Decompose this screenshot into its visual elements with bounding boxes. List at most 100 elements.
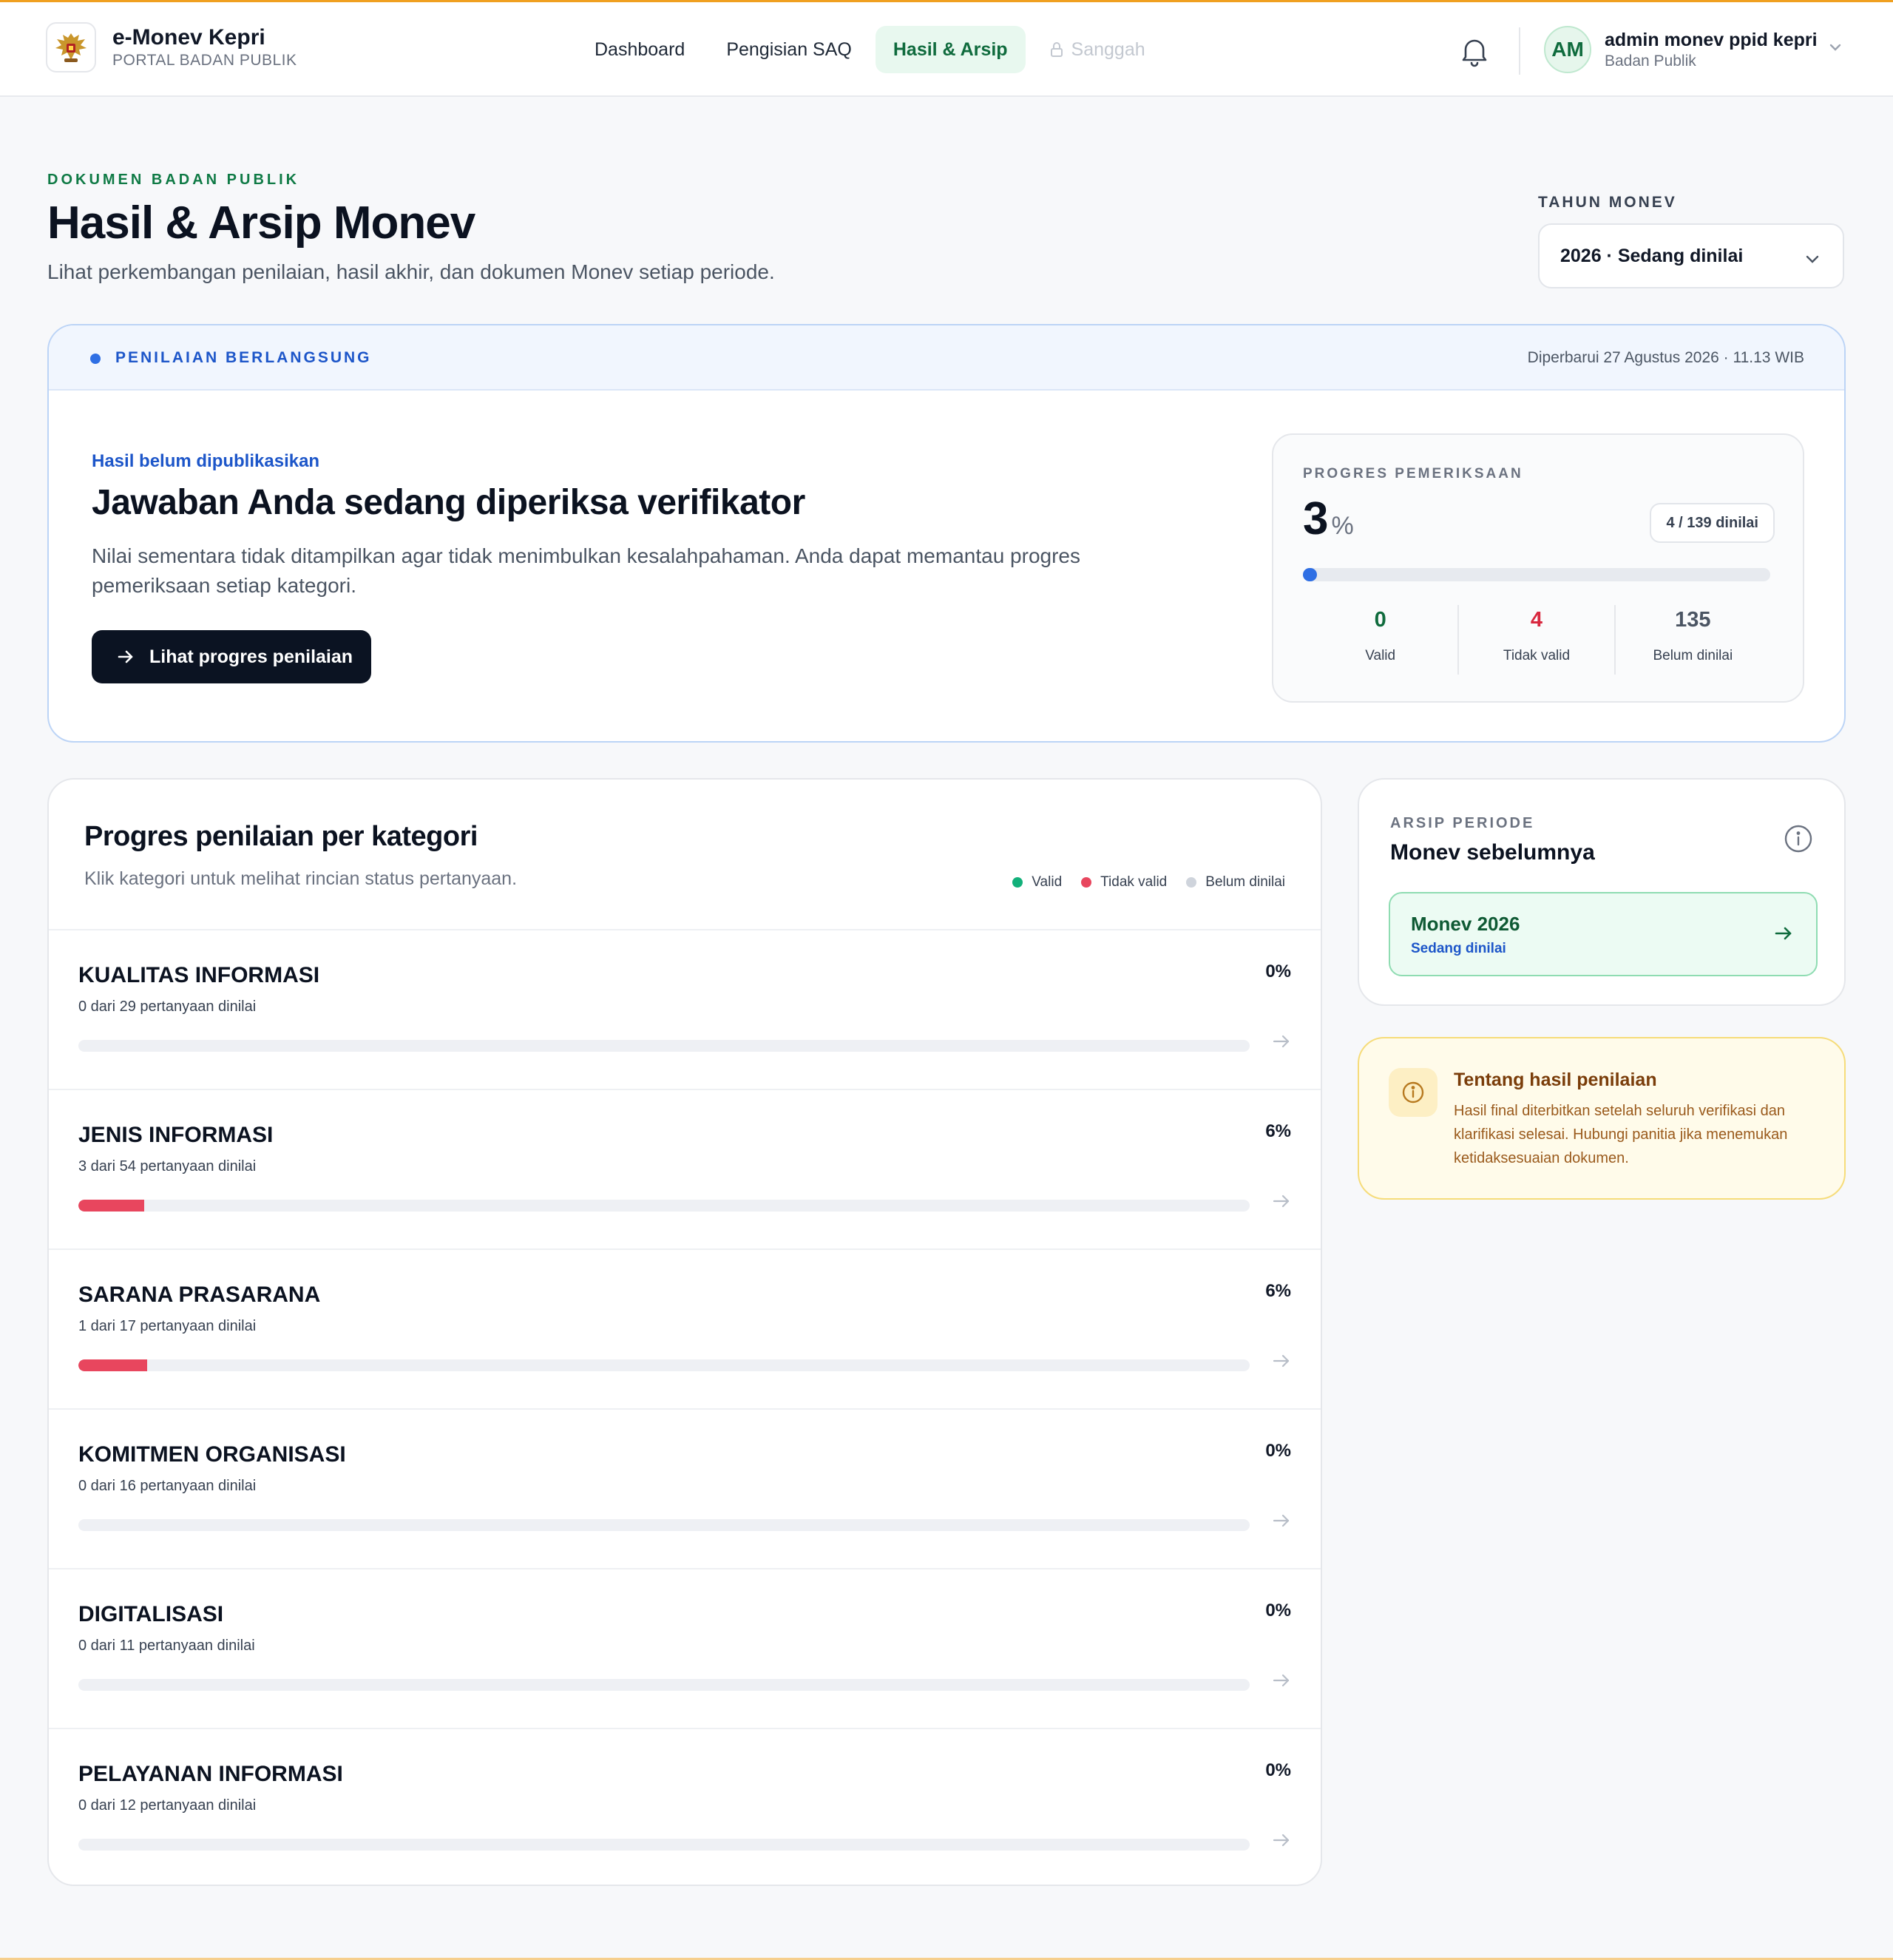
arrow-right-icon bbox=[117, 649, 135, 665]
category-row[interactable]: SARANA PRASARANA 1 dari 17 pertanyaan di… bbox=[49, 1248, 1321, 1408]
archive-card: ARSIP PERIODE Monev sebelumnya Monev 202… bbox=[1358, 778, 1846, 1006]
legend-valid-dot bbox=[1012, 877, 1023, 888]
category-row[interactable]: DIGITALISASI 0 dari 11 pertanyaan dinila… bbox=[49, 1568, 1321, 1728]
category-count: 0 dari 12 pertanyaan dinilai bbox=[78, 1797, 257, 1814]
arrow-right-icon bbox=[1272, 1512, 1291, 1533]
user-name: admin monev ppid kepri bbox=[1605, 30, 1818, 50]
user-role: Badan Publik bbox=[1605, 53, 1696, 70]
unpublished-label: Hasil belum dipublikasikan bbox=[92, 451, 320, 471]
lock-icon bbox=[1049, 41, 1064, 58]
category-count: 1 dari 17 pertanyaan dinilai bbox=[78, 1318, 257, 1334]
legend-pending: Belum dinilai bbox=[1186, 874, 1285, 891]
category-progress-track bbox=[78, 1519, 1250, 1531]
category-progress-title: Progres penilaian per kategori bbox=[84, 821, 478, 852]
category-progress-track bbox=[78, 1359, 1250, 1371]
stat-pending-number: 135 bbox=[1675, 608, 1711, 632]
category-progress-track bbox=[78, 1839, 1250, 1851]
category-percent: 6% bbox=[1265, 1281, 1291, 1301]
category-list: KUALITAS INFORMASI 0 dari 29 pertanyaan … bbox=[49, 929, 1321, 1885]
arrow-right-icon bbox=[1272, 1672, 1291, 1693]
info-icon[interactable] bbox=[1784, 824, 1813, 857]
brand-subtitle: PORTAL BADAN PUBLIK bbox=[112, 52, 297, 69]
arrow-right-icon bbox=[1272, 1033, 1291, 1054]
nav-sanggah[interactable]: Sanggah bbox=[1032, 26, 1163, 73]
user-menu[interactable]: AM admin monev ppid kepri Badan Publik bbox=[1544, 26, 1818, 73]
status-title: Jawaban Anda sedang diperiksa verifikato… bbox=[92, 483, 805, 522]
category-name: KOMITMEN ORGANISASI bbox=[78, 1442, 346, 1467]
review-progress-label: PROGRES PEMERIKSAAN bbox=[1303, 466, 1523, 481]
archive-item-monev-2026[interactable]: Monev 2026 Sedang dinilai bbox=[1389, 892, 1818, 976]
nav-dashboard[interactable]: Dashboard bbox=[577, 26, 702, 73]
nav-pengisian-saq[interactable]: Pengisian SAQ bbox=[708, 26, 870, 73]
updated-timestamp: Diperbarui 27 Agustus 2026 · 11.13 WIB bbox=[1527, 349, 1804, 366]
brand-title: e-Monev Kepri bbox=[112, 25, 265, 50]
category-count: 3 dari 54 pertanyaan dinilai bbox=[78, 1158, 257, 1175]
category-percent: 0% bbox=[1265, 962, 1291, 981]
category-progress-subtitle: Klik kategori untuk melihat rincian stat… bbox=[84, 868, 518, 889]
legend-invalid-dot bbox=[1081, 877, 1092, 888]
app-header: e-Monev Kepri PORTAL BADAN PUBLIK Dashbo… bbox=[0, 2, 1893, 97]
arrow-right-icon bbox=[1773, 923, 1794, 947]
category-progress-track bbox=[78, 1200, 1250, 1212]
status-legend: Valid Tidak valid Belum dinilai bbox=[993, 874, 1285, 891]
year-label: TAHUN MONEV bbox=[1538, 194, 1677, 211]
info-icon bbox=[1389, 1068, 1437, 1117]
reviewed-count-badge: 4 / 139 dinilai bbox=[1650, 503, 1775, 543]
bell-icon[interactable] bbox=[1460, 35, 1489, 67]
about-text: Hasil final diterbitkan setelah seluruh … bbox=[1454, 1103, 1788, 1166]
stat-pending: 135 Belum dinilai bbox=[1616, 605, 1770, 675]
brand[interactable]: e-Monev Kepri PORTAL BADAN PUBLIK bbox=[46, 22, 297, 72]
arrow-right-icon bbox=[1272, 1192, 1291, 1214]
legend-pending-dot bbox=[1186, 877, 1197, 888]
archive-title: Monev sebelumnya bbox=[1390, 840, 1595, 865]
status-card-header: PENILAIAN BERLANGSUNG Diperbarui 27 Agus… bbox=[49, 325, 1844, 391]
category-name: KUALITAS INFORMASI bbox=[78, 963, 320, 987]
legend-valid-label: Valid bbox=[1032, 874, 1063, 890]
review-progress-unit: % bbox=[1331, 512, 1354, 540]
view-progress-button[interactable]: Lihat progres penilaian bbox=[92, 630, 371, 683]
stat-invalid-label: Tidak valid bbox=[1503, 648, 1571, 663]
nav-sanggah-label: Sanggah bbox=[1071, 38, 1145, 60]
live-status-label: PENILAIAN BERLANGSUNG bbox=[115, 349, 372, 366]
view-progress-label: Lihat progres penilaian bbox=[149, 646, 353, 667]
category-name: PELAYANAN INFORMASI bbox=[78, 1762, 343, 1786]
category-count: 0 dari 16 pertanyaan dinilai bbox=[78, 1478, 257, 1494]
stat-valid-label: Valid bbox=[1365, 648, 1396, 663]
garuda-logo-icon bbox=[46, 22, 96, 72]
category-count: 0 dari 29 pertanyaan dinilai bbox=[78, 998, 257, 1015]
category-progress-card: Progres penilaian per kategori Klik kate… bbox=[47, 778, 1322, 1886]
category-progress-track bbox=[78, 1679, 1250, 1691]
category-row[interactable]: JENIS INFORMASI 3 dari 54 pertanyaan din… bbox=[49, 1089, 1321, 1248]
category-row[interactable]: KUALITAS INFORMASI 0 dari 29 pertanyaan … bbox=[49, 929, 1321, 1089]
assessment-status-card: PENILAIAN BERLANGSUNG Diperbarui 27 Agus… bbox=[47, 324, 1846, 743]
category-count: 0 dari 11 pertanyaan dinilai bbox=[78, 1638, 255, 1654]
category-percent: 0% bbox=[1265, 1601, 1291, 1621]
avatar: AM bbox=[1544, 26, 1591, 73]
page-description: Lihat perkembangan penilaian, hasil akhi… bbox=[47, 260, 775, 283]
year-select-value: 2026 · Sedang dinilai bbox=[1560, 245, 1744, 266]
category-percent: 0% bbox=[1265, 1441, 1291, 1461]
page-eyebrow: DOKUMEN BADAN PUBLIK bbox=[47, 172, 300, 188]
legend-pending-label: Belum dinilai bbox=[1205, 874, 1285, 890]
category-row[interactable]: KOMITMEN ORGANISASI 0 dari 16 pertanyaan… bbox=[49, 1408, 1321, 1568]
category-percent: 6% bbox=[1265, 1121, 1291, 1141]
about-results-card: Tentang hasil penilaian Hasil final dite… bbox=[1358, 1037, 1846, 1200]
legend-invalid-label: Tidak valid bbox=[1100, 874, 1168, 890]
review-progress-track bbox=[1303, 568, 1770, 581]
stat-pending-label: Belum dinilai bbox=[1653, 648, 1733, 663]
review-progress-number: 3 bbox=[1303, 493, 1329, 544]
arrow-right-icon bbox=[1272, 1352, 1291, 1373]
nav-hasil-arsip[interactable]: Hasil & Arsip bbox=[875, 26, 1026, 73]
category-name: SARANA PRASARANA bbox=[78, 1283, 321, 1307]
chevron-down-icon[interactable] bbox=[1828, 42, 1843, 56]
arrow-right-icon bbox=[1272, 1831, 1291, 1853]
category-name: DIGITALISASI bbox=[78, 1602, 224, 1626]
stat-valid: 0 Valid bbox=[1303, 605, 1460, 675]
live-status-dot bbox=[90, 354, 101, 364]
status-description: Nilai sementara tidak ditampilkan agar t… bbox=[92, 544, 1080, 597]
year-select[interactable]: 2026 · Sedang dinilai bbox=[1538, 223, 1844, 288]
review-progress-panel: PROGRES PEMERIKSAAN 3% 4 / 139 dinilai 0… bbox=[1272, 433, 1804, 703]
category-row[interactable]: PELAYANAN INFORMASI 0 dari 12 pertanyaan… bbox=[49, 1728, 1321, 1885]
header-divider bbox=[1519, 27, 1520, 75]
review-progress-fill bbox=[1303, 568, 1317, 581]
